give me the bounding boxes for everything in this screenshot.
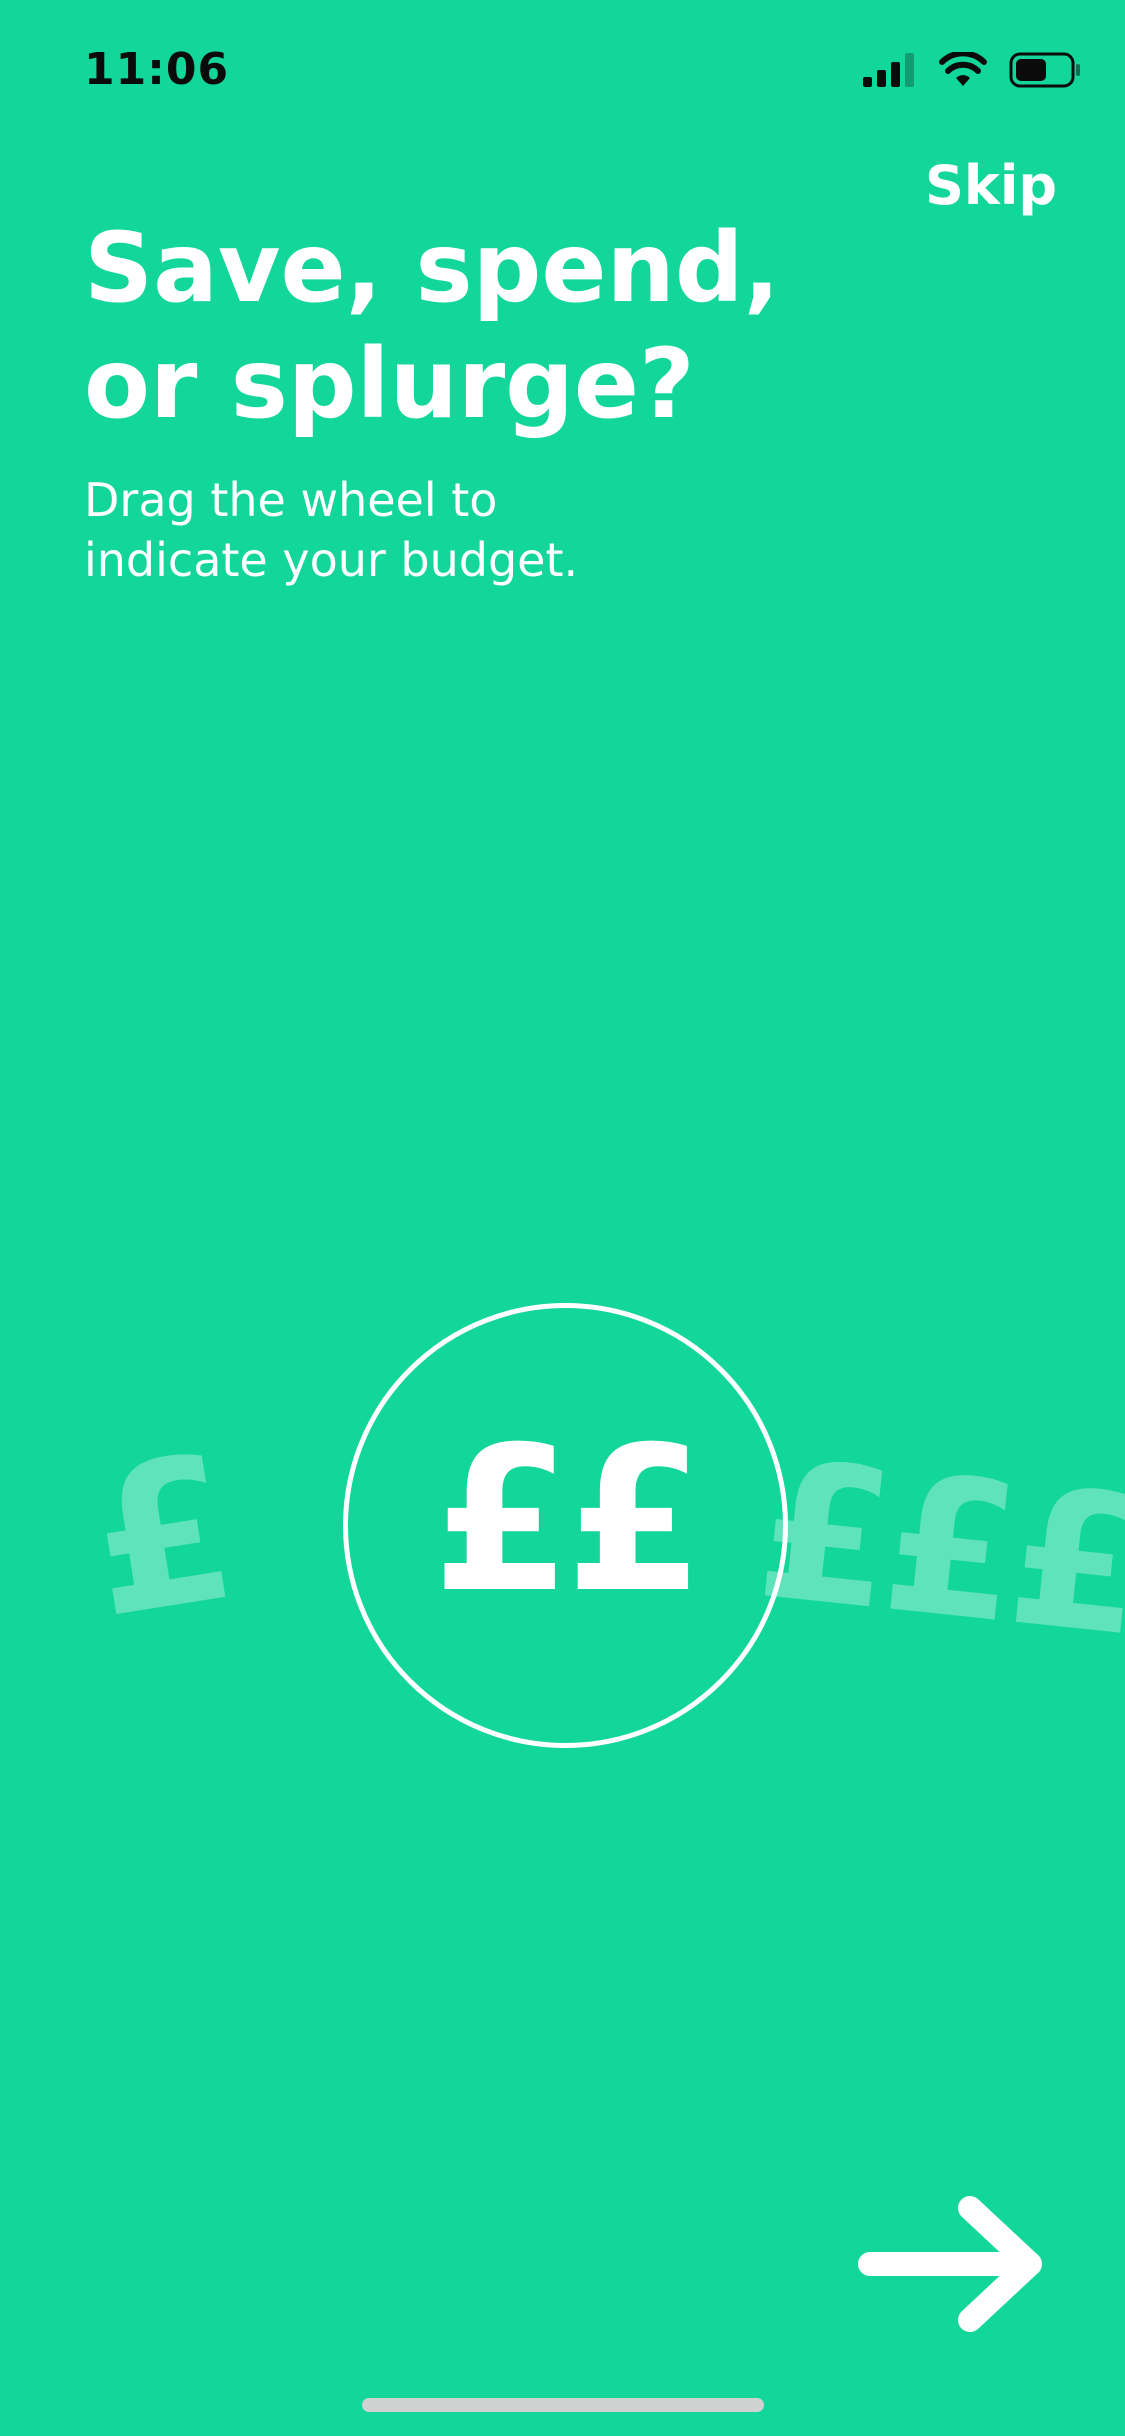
home-indicator[interactable] (362, 2398, 764, 2412)
page-title: Save, spend, or splurge? (84, 212, 780, 440)
arrow-right-icon (858, 2196, 1048, 2336)
status-time: 11:06 (84, 44, 230, 95)
wifi-icon (939, 52, 987, 88)
cellular-signal-icon (863, 53, 917, 87)
next-button[interactable] (858, 2196, 1048, 2336)
budget-wheel-selector[interactable]: ££ (343, 1303, 788, 1748)
battery-icon (1009, 52, 1081, 88)
status-bar-icons (863, 48, 1081, 92)
budget-wheel[interactable]: £ ££ £££ (0, 1290, 1125, 1770)
budget-option-previous[interactable]: £ (75, 1411, 249, 1663)
selected-budget-value: ££ (432, 1403, 704, 1637)
page-subtitle: Drag the wheel to indicate your budget. (84, 473, 579, 587)
skip-button[interactable]: Skip (925, 150, 1057, 222)
budget-onboarding-screen: 11:06 Skip Save, spend, or splurge? Drag… (0, 0, 1125, 2436)
budget-option-next[interactable]: £££ (749, 1419, 1125, 1678)
